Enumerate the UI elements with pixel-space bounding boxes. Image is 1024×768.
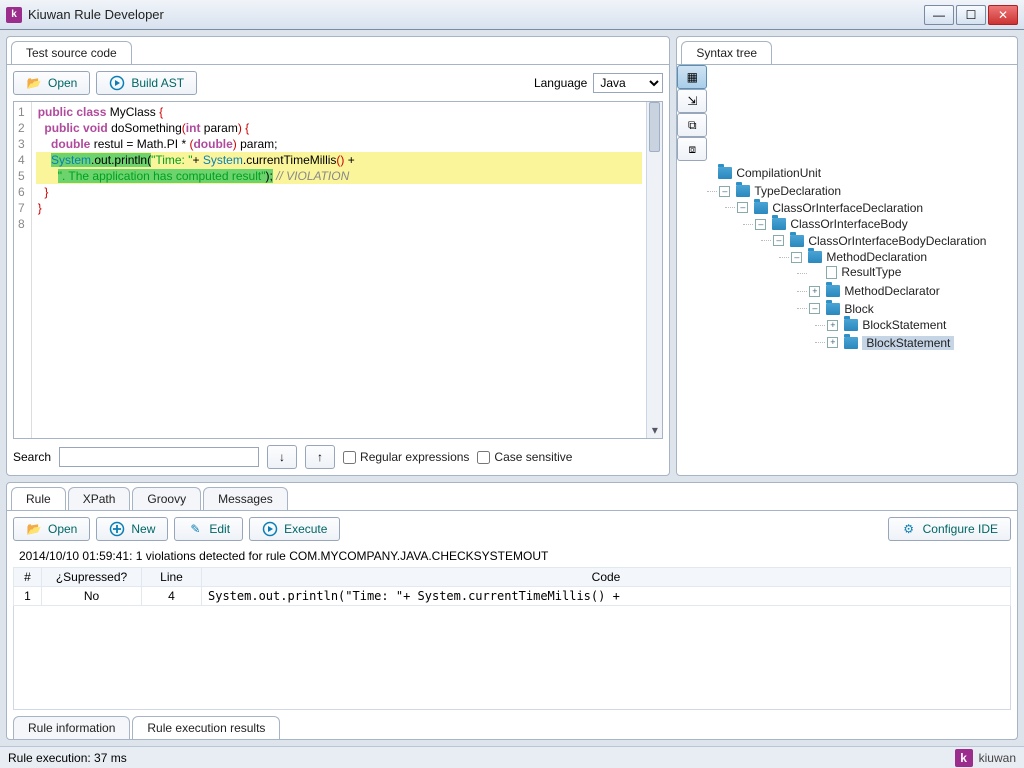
scroll-down-icon[interactable]: ▾: [647, 422, 662, 438]
tree-collapse-icon: ⧈: [689, 142, 697, 157]
tree-node[interactable]: –ClassOrInterfaceBodyDeclaration: [773, 234, 986, 248]
tree-tool-3[interactable]: ⧉: [677, 113, 707, 137]
folder-open-icon: 📂: [26, 75, 42, 91]
arrow-down-icon: ↓: [279, 450, 285, 464]
link-tree-icon: ▦: [687, 70, 698, 84]
case-checkbox[interactable]: Case sensitive: [477, 450, 572, 464]
edit-rule-button[interactable]: ✎Edit: [174, 517, 243, 541]
editor-gutter: 12345678: [14, 102, 32, 438]
folder-icon: [754, 202, 768, 214]
build-ast-button[interactable]: Build AST: [96, 71, 197, 95]
tab-syntax-tree[interactable]: Syntax tree: [681, 41, 772, 64]
tree-copy-icon: ⧉: [688, 118, 697, 133]
col-num[interactable]: #: [14, 568, 42, 587]
search-prev-button[interactable]: ↑: [305, 445, 335, 469]
brand-icon: k: [955, 749, 973, 767]
tree-node[interactable]: +BlockStatement: [827, 318, 946, 332]
syntax-tree-panel: Syntax tree ▦ ⇲ ⧉ ⧈ CompilationUnit –Typ…: [676, 36, 1018, 476]
plus-circle-icon: [109, 521, 125, 537]
play-circle-icon: [262, 521, 278, 537]
tab-groovy[interactable]: Groovy: [132, 487, 201, 510]
gear-icon: ⚙: [901, 521, 917, 537]
violations-empty-area: [13, 606, 1011, 710]
violation-summary: 2014/10/10 01:59:41: 1 violations detect…: [7, 547, 1017, 565]
status-text: Rule execution: 37 ms: [8, 751, 127, 765]
language-select[interactable]: Java: [593, 73, 663, 93]
play-circle-icon: [109, 75, 125, 91]
folder-open-icon: 📂: [26, 521, 42, 537]
tab-rule-execution-results[interactable]: Rule execution results: [132, 716, 280, 739]
folder-icon: [808, 251, 822, 263]
tab-source-code[interactable]: Test source code: [11, 41, 132, 64]
folder-icon: [826, 285, 840, 297]
source-panel: Test source code 📂 Open Build AST: [6, 36, 670, 476]
syntax-tree[interactable]: CompilationUnit –TypeDeclaration –ClassO…: [677, 161, 1017, 475]
tree-node-selected[interactable]: +BlockStatement: [827, 336, 954, 350]
tab-rule[interactable]: Rule: [11, 487, 66, 510]
brand: k kiuwan: [955, 749, 1016, 767]
tab-messages[interactable]: Messages: [203, 487, 288, 510]
brand-label: kiuwan: [979, 751, 1016, 765]
violations-table: # ¿Supressed? Line Code 1No4System.out.p…: [13, 567, 1011, 606]
close-button[interactable]: ✕: [988, 5, 1018, 25]
open-rule-button[interactable]: 📂Open: [13, 517, 90, 541]
col-line[interactable]: Line: [142, 568, 202, 587]
editor-content[interactable]: public class MyClass { public void doSom…: [32, 102, 647, 438]
col-code[interactable]: Code: [202, 568, 1011, 587]
tree-tool-4[interactable]: ⧈: [677, 137, 707, 161]
folder-icon: [772, 218, 786, 230]
search-label: Search: [13, 450, 51, 464]
build-ast-label: Build AST: [131, 76, 184, 90]
folder-icon: [844, 337, 858, 349]
language-label: Language: [534, 76, 587, 90]
folder-icon: [790, 235, 804, 247]
pencil-icon: ✎: [187, 521, 203, 537]
tab-rule-information[interactable]: Rule information: [13, 716, 130, 739]
tree-node[interactable]: –TypeDeclaration: [719, 184, 841, 198]
open-source-label: Open: [48, 76, 77, 90]
tree-node[interactable]: –ClassOrInterfaceDeclaration: [737, 201, 923, 215]
tree-tool-2[interactable]: ⇲: [677, 89, 707, 113]
open-source-button[interactable]: 📂 Open: [13, 71, 90, 95]
tree-node[interactable]: –Block: [809, 302, 873, 316]
folder-icon: [844, 319, 858, 331]
col-supressed[interactable]: ¿Supressed?: [42, 568, 142, 587]
new-rule-button[interactable]: New: [96, 517, 168, 541]
tab-xpath[interactable]: XPath: [68, 487, 131, 510]
table-row[interactable]: 1No4System.out.println("Time: "+ System.…: [14, 587, 1011, 606]
regex-checkbox[interactable]: Regular expressions: [343, 450, 469, 464]
folder-icon: [826, 303, 840, 315]
scroll-thumb[interactable]: [649, 102, 660, 152]
app-icon: k: [6, 7, 22, 23]
search-next-button[interactable]: ↓: [267, 445, 297, 469]
arrow-up-icon: ↑: [317, 450, 323, 464]
tree-expand-icon: ⇲: [687, 94, 697, 108]
tree-tool-1[interactable]: ▦: [677, 65, 707, 89]
minimize-button[interactable]: —: [924, 5, 954, 25]
tree-node[interactable]: –ClassOrInterfaceBody: [755, 217, 907, 231]
code-editor[interactable]: 12345678 public class MyClass { public v…: [13, 101, 663, 439]
rule-panel: Rule XPath Groovy Messages 📂Open New ✎Ed…: [6, 482, 1018, 740]
tree-node[interactable]: ResultType: [809, 265, 901, 279]
folder-icon: [718, 167, 732, 179]
window-title: Kiuwan Rule Developer: [28, 7, 164, 22]
execute-rule-button[interactable]: Execute: [249, 517, 340, 541]
maximize-button[interactable]: ☐: [956, 5, 986, 25]
tree-node[interactable]: –MethodDeclaration: [791, 250, 927, 264]
file-icon: [826, 266, 837, 279]
tree-node[interactable]: +MethodDeclarator: [809, 284, 939, 298]
search-input[interactable]: [59, 447, 259, 467]
folder-icon: [736, 185, 750, 197]
tree-node[interactable]: CompilationUnit: [701, 166, 821, 180]
titlebar: k Kiuwan Rule Developer — ☐ ✕: [0, 0, 1024, 30]
editor-scrollbar[interactable]: ▴ ▾: [646, 102, 662, 438]
configure-ide-button[interactable]: ⚙Configure IDE: [888, 517, 1011, 541]
statusbar: Rule execution: 37 ms k kiuwan: [0, 746, 1024, 768]
